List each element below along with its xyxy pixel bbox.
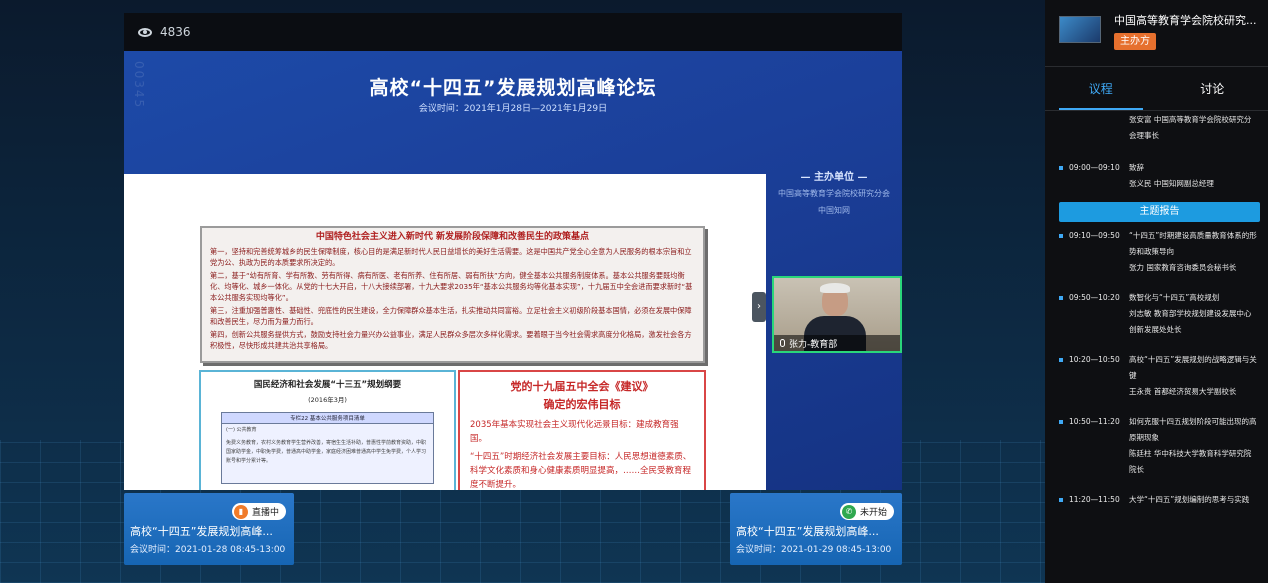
agenda-item: 张安富 中国高等教育学会院校研究分会理事长 bbox=[1045, 112, 1268, 144]
agenda-list[interactable]: 张安富 中国高等教育学会院校研究分会理事长 09:00—09:10 致辞 张义民… bbox=[1045, 112, 1268, 583]
speaker-video[interactable]: 张力-教育部 bbox=[772, 276, 902, 353]
agenda-time: 09:10—09:50 bbox=[1069, 231, 1120, 240]
microphone-icon bbox=[780, 339, 785, 347]
agenda-title: 致辞 bbox=[1129, 163, 1144, 172]
session-title: 高校“十四五”发展规划高峰... bbox=[736, 525, 879, 538]
goals-subtitle: 确定的宏伟目标 bbox=[543, 398, 621, 411]
tab-discussion[interactable]: 讨论 bbox=[1157, 67, 1268, 110]
agenda-time: 09:00—09:10 bbox=[1069, 163, 1120, 172]
organizer-line-2: 中国知网 bbox=[818, 206, 850, 215]
plan-outline-date: (2016年3月) bbox=[308, 396, 347, 404]
organizer-thumbnail bbox=[1059, 16, 1101, 43]
agenda-time: 10:50—11:20 bbox=[1069, 417, 1120, 426]
tab-agenda[interactable]: 议程 bbox=[1045, 67, 1157, 110]
view-count-bar: 4836 bbox=[124, 13, 902, 51]
eye-icon bbox=[138, 27, 152, 37]
agenda-speaker: 张义民 中国知网副总经理 bbox=[1129, 179, 1214, 188]
bullet-icon bbox=[1059, 498, 1063, 502]
table-subheading: (一) 公共教育 bbox=[226, 427, 257, 433]
plan-outline-box: 国民经济和社会发展“十三五”规划纲要 (2016年3月) 专栏22 基本公共服务… bbox=[199, 370, 456, 490]
policy-box: 中国特色社会主义进入新时代 新发展阶段保障和改善民生的政策基点 第一，坚持和完善… bbox=[200, 226, 705, 363]
live-icon: ▮ bbox=[233, 504, 248, 519]
video-player[interactable]: 4836 00345 高校“十四五”发展规划高峰论坛 会议时间：2021年1月2… bbox=[124, 13, 902, 490]
slide-date: 会议时间：2021年1月28日—2021年1月29日 bbox=[418, 104, 608, 114]
agenda-time: 09:50—10:20 bbox=[1069, 293, 1120, 302]
organizer-row[interactable]: 中国高等教育学会院校研究... 主办方 bbox=[1045, 0, 1268, 67]
agenda-speaker: 张安富 中国高等教育学会院校研究分会理事长 bbox=[1129, 115, 1252, 140]
section-header: 主题报告 bbox=[1059, 202, 1260, 222]
agenda-title: 高校“十四五”发展规划的战略逻辑与关键 bbox=[1129, 355, 1257, 380]
policy-paragraph: 第二，基于“幼有所育、学有所教、劳有所得、病有所医、老有所养、住有所居、弱有所扶… bbox=[210, 271, 693, 302]
status-badge: ✆ 未开始 bbox=[839, 503, 894, 520]
session-title: 高校“十四五”发展规划高峰... bbox=[130, 525, 273, 538]
speaker-hair bbox=[820, 283, 850, 293]
status-text: 未开始 bbox=[859, 508, 887, 518]
agenda-item: 11:20—11:50 大学“十四五”规划编制的思考与实践 bbox=[1045, 492, 1268, 508]
agenda-speaker: 陈廷柱 华中科技大学教育科学研究院院长 bbox=[1129, 449, 1252, 474]
session-card[interactable]: ▮ 直播中 高校“十四五”发展规划高峰... 会议时间：2021-01-28 0… bbox=[124, 493, 294, 565]
goals-paragraph: “十四五”时期经济社会发展主要目标：人民思想道德素质、科学文化素质和身心健康素质… bbox=[470, 452, 692, 490]
slide-title: 高校“十四五”发展规划高峰论坛 bbox=[369, 77, 657, 99]
organizer-name: 中国高等教育学会院校研究... bbox=[1114, 14, 1257, 27]
agenda-speaker: 刘志敏 教育部学校规划建设发展中心创新发展处处长 bbox=[1129, 309, 1252, 334]
speaker-name: 张力-教育部 bbox=[789, 339, 838, 350]
bullet-icon bbox=[1059, 234, 1063, 238]
service-list-table: 专栏22 基本公共服务项目清单 (一) 公共教育 免费义务教育，农村义务教育学生… bbox=[221, 412, 434, 484]
organizer-tag: 主办方 bbox=[1114, 33, 1156, 50]
bullet-icon bbox=[1059, 296, 1063, 300]
agenda-title: 如何克服十四五规划阶段可能出现的高原期现象 bbox=[1129, 417, 1257, 442]
bullet-icon bbox=[1059, 166, 1063, 170]
agenda-time: 10:20—10:50 bbox=[1069, 355, 1120, 364]
status-badge: ▮ 直播中 bbox=[231, 503, 286, 520]
goals-paragraph: 2035年基本实现社会主义现代化远景目标：建成教育强国。 bbox=[470, 420, 679, 444]
agenda-item: 09:00—09:10 致辞 张义民 中国知网副总经理 bbox=[1045, 160, 1268, 192]
agenda-speaker: 王永贵 首都经济贸易大学副校长 bbox=[1129, 387, 1237, 396]
agenda-speaker: 张力 国家教育咨询委员会秘书长 bbox=[1129, 263, 1237, 272]
policy-paragraph: 第三，注重加强普惠性、基础性、兜底性的民生建设，全力保障群众基本生活，扎实推动共… bbox=[210, 306, 692, 326]
agenda-title: “十四五”时期建设高质量教育体系的形势和政策导向 bbox=[1129, 231, 1257, 256]
organizer-line-1: 中国高等教育学会院校研究分会 bbox=[778, 189, 890, 198]
shared-document: 中国特色社会主义进入新时代 新发展阶段保障和改善民生的政策基点 第一，坚持和完善… bbox=[124, 174, 766, 490]
agenda-item: 10:50—11:20 如何克服十四五规划阶段可能出现的高原期现象 陈廷柱 华中… bbox=[1045, 414, 1268, 478]
phone-icon: ✆ bbox=[841, 504, 856, 519]
panel-tabs: 议程 讨论 bbox=[1045, 67, 1268, 111]
goals-box: 党的十九届五中全会《建议》 确定的宏伟目标 2035年基本实现社会主义现代化远景… bbox=[458, 370, 706, 490]
agenda-item: 09:50—10:20 数智化与“十四五”高校规划 刘志敏 教育部学校规划建设发… bbox=[1045, 290, 1268, 338]
plan-outline-title: 国民经济和社会发展“十三五”规划纲要 bbox=[253, 380, 402, 390]
pip-collapse-button[interactable]: › bbox=[752, 292, 766, 322]
view-count: 4836 bbox=[160, 25, 191, 39]
presentation-slide: 00345 高校“十四五”发展规划高峰论坛 会议时间：2021年1月28日—20… bbox=[124, 51, 902, 490]
bullet-icon bbox=[1059, 358, 1063, 362]
agenda-item: 09:10—09:50 “十四五”时期建设高质量教育体系的形势和政策导向 张力 … bbox=[1045, 228, 1268, 276]
bullet-icon bbox=[1059, 420, 1063, 424]
status-text: 直播中 bbox=[251, 508, 279, 518]
policy-paragraph: 第一，坚持和完善统筹城乡的民生保障制度，核心目的是满足新时代人民日益增长的美好生… bbox=[210, 247, 692, 267]
goals-title: 党的十九届五中全会《建议》 bbox=[510, 380, 654, 393]
session-card[interactable]: ✆ 未开始 高校“十四五”发展规划高峰... 会议时间：2021-01-29 0… bbox=[730, 493, 902, 565]
table-text: 免费义务教育，农村义务教育学生营养改善，寄宿生生活补助，普惠性学前教育资助，中职… bbox=[226, 440, 427, 464]
table-header: 专栏22 基本公共服务项目清单 bbox=[222, 413, 433, 424]
policy-paragraph: 第四，创新公共服务提供方式，鼓励支持社会力量兴办公益事业，满足人民群众多层次多样… bbox=[210, 330, 692, 350]
agenda-title: 大学“十四五”规划编制的思考与实践 bbox=[1129, 495, 1250, 504]
speaker-label: 张力-教育部 bbox=[774, 335, 900, 351]
slide-organizer: — 主办单位 — 中国高等教育学会院校研究分会 中国知网 bbox=[766, 168, 902, 217]
session-time: 会议时间：2021-01-29 08:45-13:00 bbox=[736, 545, 892, 555]
session-time: 会议时间：2021-01-28 08:45-13:00 bbox=[130, 545, 286, 555]
policy-box-title: 中国特色社会主义进入新时代 新发展阶段保障和改善民生的政策基点 bbox=[315, 232, 590, 242]
agenda-panel: 中国高等教育学会院校研究... 主办方 议程 讨论 张安富 中国高等教育学会院校… bbox=[1045, 0, 1268, 583]
organizer-heading: — 主办单位 — bbox=[800, 172, 868, 183]
agenda-title: 数智化与“十四五”高校规划 bbox=[1129, 293, 1220, 302]
agenda-item: 10:20—10:50 高校“十四五”发展规划的战略逻辑与关键 王永贵 首都经济… bbox=[1045, 352, 1268, 400]
agenda-time: 11:20—11:50 bbox=[1069, 495, 1120, 504]
